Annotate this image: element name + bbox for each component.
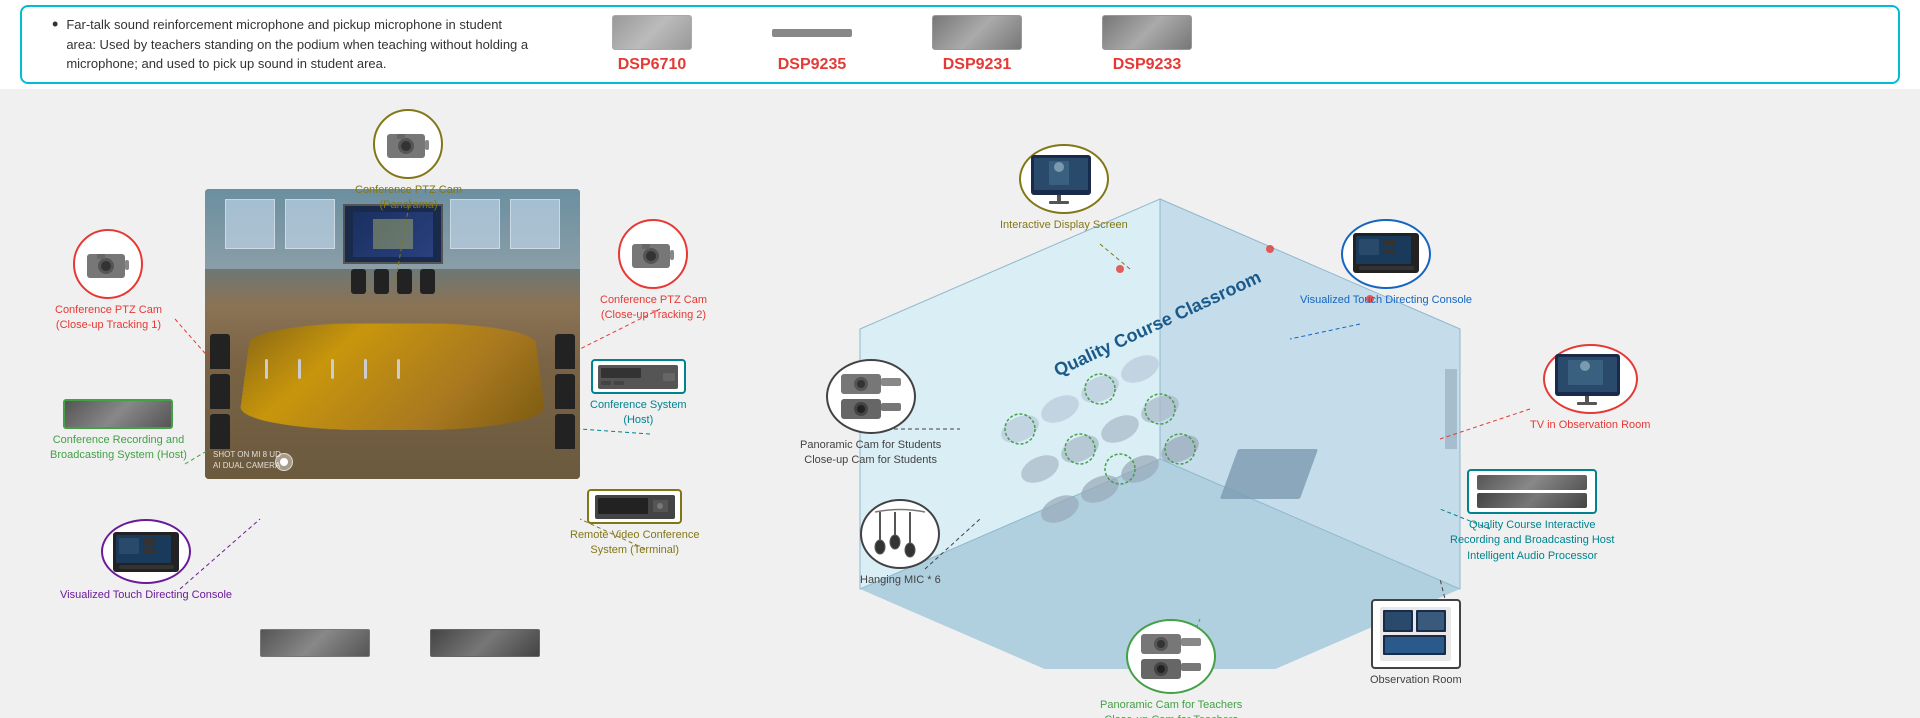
hanging-mic-icon: [860, 499, 940, 569]
conf-recording: Conference Recording andBroadcasting Sys…: [50, 399, 187, 464]
hanging-mic: Hanging MIC * 6: [860, 499, 941, 588]
students-cam-label: Panoramic Cam for StudentsClose-up Cam f…: [800, 438, 941, 469]
remote-video-icon: [587, 489, 682, 524]
observation-room-icon: [1371, 599, 1461, 669]
product-dsp6710: DSP6710: [612, 15, 692, 74]
interactive-display-label: Interactive Display Screen: [1000, 218, 1128, 233]
conf-recording-label: Conference Recording andBroadcasting Sys…: [50, 433, 187, 464]
product-dsp9231: DSP9231: [932, 15, 1022, 74]
teachers-cam-icon: [1126, 619, 1216, 694]
remote-video: Remote Video ConferenceSystem (Terminal): [570, 489, 699, 559]
bottom-rack-left: [260, 629, 370, 657]
product-dsp6710-image: [612, 15, 692, 50]
conf-system-host-icon: [591, 359, 686, 394]
interactive-display-icon: [1019, 144, 1109, 214]
photo-watermark: SHOT ON MI 8 UDAI DUAL CAMERA: [213, 449, 281, 471]
conf-system-host: Conference System(Host): [590, 359, 687, 429]
interactive-display: Interactive Display Screen: [1000, 144, 1128, 233]
quality-interactive-label: Quality Course InteractiveRecording and …: [1450, 518, 1614, 564]
visualized-touch-left-label: Visualized Touch Directing Console: [60, 588, 232, 603]
remote-video-label: Remote Video ConferenceSystem (Terminal): [570, 528, 699, 559]
product-dsp6710-label: DSP6710: [618, 56, 687, 74]
visualized-touch-left: Visualized Touch Directing Console: [60, 519, 232, 603]
visualized-touch-right: Visualized Touch Directing Console: [1300, 219, 1472, 308]
conference-photo: SHOT ON MI 8 UDAI DUAL CAMERA: [205, 189, 580, 479]
product-dsp9233-image: [1102, 15, 1192, 50]
bottom-rack-right: [430, 629, 540, 657]
students-cam-icon: [826, 359, 916, 434]
conf-ptz-close1-label: Conference PTZ Cam(Close-up Tracking 1): [55, 303, 162, 334]
product-dsp9233: DSP9233: [1102, 15, 1192, 74]
teachers-cam: Panoramic Cam for TeachersClose-up Cam f…: [1100, 619, 1242, 718]
conf-system-host-label: Conference System(Host): [590, 398, 687, 429]
visualized-touch-left-icon: [101, 519, 191, 584]
tv-observation-icon: [1543, 344, 1638, 414]
tv-observation: TV in Observation Room: [1530, 344, 1650, 433]
visualized-touch-right-label: Visualized Touch Directing Console: [1300, 293, 1472, 308]
product-dsp9235-image: [772, 29, 852, 37]
conf-ptz-close2-label: Conference PTZ Cam(Close-up Tracking 2): [600, 293, 707, 324]
visualized-touch-right-icon: [1341, 219, 1431, 289]
conf-ptz-close2: Conference PTZ Cam(Close-up Tracking 2): [600, 219, 707, 324]
conf-ptz-close1-icon: [73, 229, 143, 299]
conf-recording-icon: [63, 399, 173, 429]
top-banner: • Far-talk sound reinforcement microphon…: [20, 5, 1900, 84]
hanging-mic-label: Hanging MIC * 6: [860, 573, 941, 588]
quality-interactive: Quality Course InteractiveRecording and …: [1450, 469, 1614, 564]
quality-interactive-icon: [1467, 469, 1597, 514]
product-dsp9233-label: DSP9233: [1113, 56, 1182, 74]
product-dsp9235: DSP9235: [772, 15, 852, 74]
product-dsp9231-label: DSP9231: [943, 56, 1012, 74]
observation-room-label: Observation Room: [1370, 673, 1462, 688]
product-dsp9231-image: [932, 15, 1022, 50]
students-cam: Panoramic Cam for StudentsClose-up Cam f…: [800, 359, 941, 469]
conf-ptz-close1: Conference PTZ Cam(Close-up Tracking 1): [55, 229, 162, 334]
conf-ptz-close2-icon: [618, 219, 688, 289]
tv-observation-label: TV in Observation Room: [1530, 418, 1650, 433]
teachers-cam-label: Panoramic Cam for TeachersClose-up Cam f…: [1100, 698, 1242, 718]
observation-room: Observation Room: [1370, 599, 1462, 688]
main-diagram: Conference PTZ Cam(Panorama) Conference …: [0, 89, 1920, 718]
conf-ptz-panorama: Conference PTZ Cam(Panorama): [355, 109, 462, 214]
conf-ptz-panorama-icon: [373, 109, 443, 179]
product-dsp9235-label: DSP9235: [778, 56, 847, 74]
conf-ptz-panorama-label: Conference PTZ Cam(Panorama): [355, 183, 462, 214]
banner-text: • Far-talk sound reinforcement microphon…: [52, 15, 532, 74]
